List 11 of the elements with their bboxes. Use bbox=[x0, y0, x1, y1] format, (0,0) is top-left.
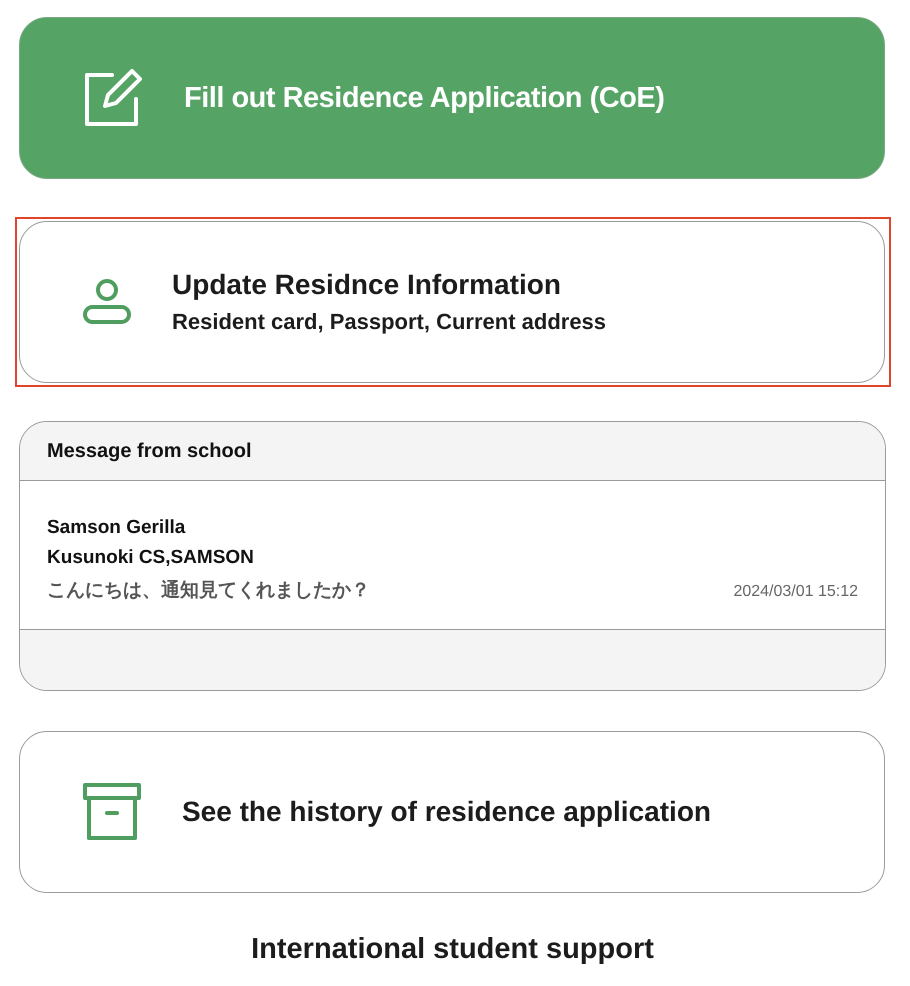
archive-box-icon bbox=[82, 782, 142, 842]
school-name: Kusunoki CS,SAMSON bbox=[47, 547, 255, 569]
footer-title: International student support bbox=[251, 933, 654, 966]
panel-title: Message from school bbox=[47, 440, 252, 462]
message-time: 2024/03/01 15:12 bbox=[733, 583, 858, 601]
action-card[interactable]: Update Residnce Information Resident card, Passport, Current address bbox=[19, 221, 885, 383]
message-text: こんにちは、通知見てくれましたか？ bbox=[47, 578, 370, 603]
edit-icon bbox=[82, 67, 144, 129]
action-card[interactable]: See the history of residence application bbox=[19, 731, 885, 893]
sender-name: Samson Gerilla bbox=[47, 517, 186, 539]
user-icon bbox=[82, 279, 132, 325]
